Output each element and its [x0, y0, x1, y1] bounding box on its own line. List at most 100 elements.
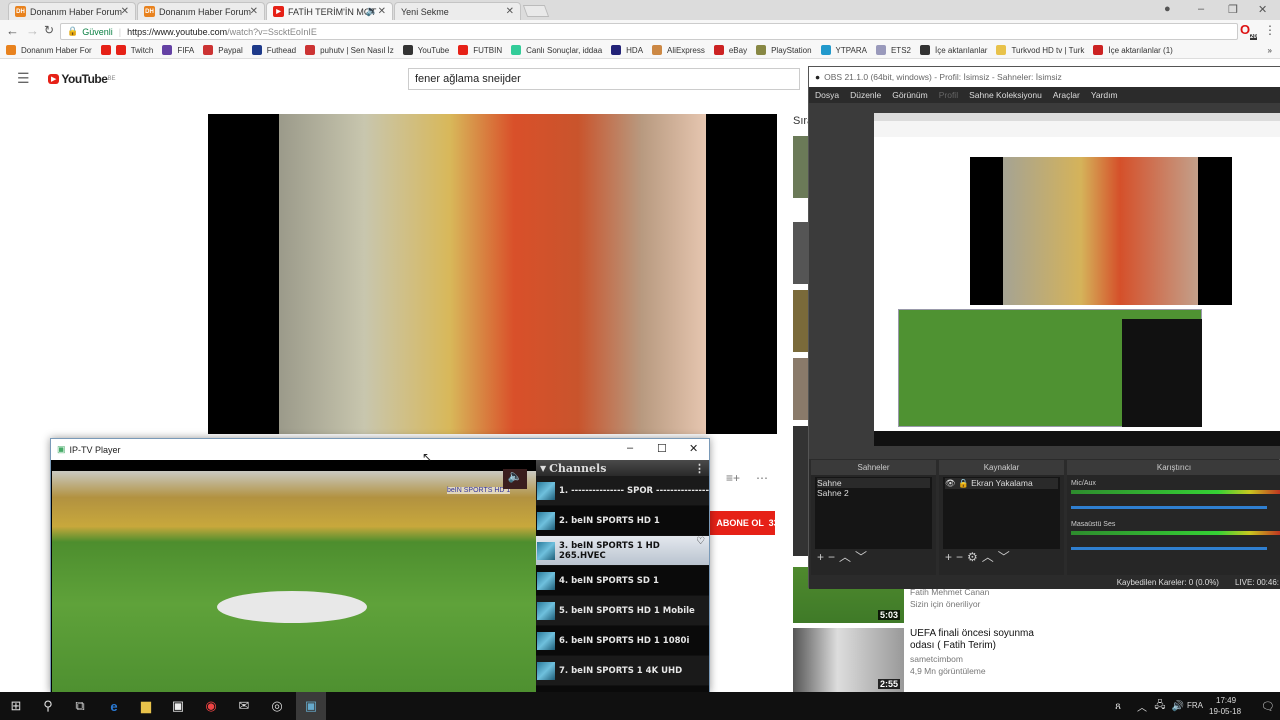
channel-item[interactable]: 3. beIN SPORTS 1 HD 265.HVEC ♡ — [536, 536, 709, 566]
suggestion-thumbnail[interactable] — [793, 136, 809, 198]
address-bar[interactable]: 🔒 Güvenli | https://www.youtube.com/watc… — [60, 23, 1238, 40]
bookmark-item[interactable]: Donanım Haber For — [6, 45, 92, 55]
channel-item[interactable]: 2. beIN SPORTS HD 1 — [536, 506, 709, 536]
mail-icon[interactable]: ✉ — [234, 696, 254, 716]
video-player[interactable] — [208, 114, 777, 434]
bookmark-item[interactable]: ETS2 — [875, 45, 911, 55]
close-icon[interactable]: ✕ — [506, 6, 514, 17]
back-icon[interactable]: ← — [6, 23, 19, 38]
hamburger-menu-icon[interactable]: ☰ — [17, 70, 30, 87]
search-icon[interactable]: ⚲ — [38, 696, 58, 716]
network-icon[interactable]: 🖧 — [1150, 696, 1170, 716]
reload-icon[interactable]: ↻ — [44, 23, 54, 37]
windows-start-icon[interactable]: ⊞ — [6, 696, 26, 716]
channels-header[interactable]: ▼ Channels ⋮ — [536, 460, 709, 476]
bookmark-item[interactable]: puhutv | Sen Nasıl İz — [305, 45, 394, 55]
iptv-video[interactable]: beIN SPORTS HD 1 — [52, 471, 536, 693]
bookmark-item[interactable]: İçe aktarılanlar — [919, 45, 987, 55]
close-button[interactable]: ✕ — [689, 442, 698, 455]
language-indicator[interactable]: FRA — [1187, 701, 1203, 710]
add-to-playlist-icon[interactable]: ≡+ — [726, 471, 740, 485]
store-icon[interactable]: ▣ — [168, 696, 188, 716]
bookmark-item[interactable]: HDA — [611, 45, 643, 55]
tab-donanim-1[interactable]: DH Donanım Haber Forum ✕ — [8, 2, 136, 20]
obs-preview[interactable] — [809, 103, 1280, 459]
minimize-button[interactable]: – — [1198, 3, 1204, 15]
menu-item[interactable]: Yardım — [1091, 90, 1118, 100]
channel-item[interactable]: 7. beIN SPORTS 1 4K UHD — [536, 656, 709, 686]
mute-button[interactable]: 🔈 — [503, 469, 527, 489]
options-kebab-icon[interactable]: ⋮ — [694, 462, 705, 475]
people-icon[interactable]: ጸ — [1108, 696, 1128, 716]
tab-donanim-2[interactable]: DH Donanım Haber Forum ✕ — [137, 2, 265, 20]
menu-item[interactable]: Düzenle — [850, 90, 881, 100]
menu-item[interactable]: Sahne Koleksiyonu — [969, 90, 1042, 100]
menu-item[interactable]: Görünüm — [892, 90, 927, 100]
subscribe-button[interactable]: ABONE OL 338 — [705, 511, 784, 535]
favorite-heart-icon[interactable]: ♡ — [696, 536, 705, 547]
close-window-button[interactable]: ✕ — [1258, 3, 1267, 16]
iptv-title-bar[interactable]: ▣ IP-TV Player – ☐ ✕ — [51, 439, 709, 460]
edge-icon[interactable]: e — [104, 696, 124, 716]
more-bookmarks-button[interactable]: » — [1268, 46, 1272, 55]
forward-icon[interactable]: → — [26, 23, 39, 38]
source-item[interactable]: Ekran Yakalama — [971, 478, 1033, 488]
obs-icon[interactable]: ◎ — [267, 696, 287, 716]
bookmark-item[interactable]: FUTBIN — [458, 45, 502, 55]
bookmark-item[interactable]: Turkvod HD tv | Turk — [996, 45, 1084, 55]
volume-icon[interactable]: 🔊 — [1168, 696, 1188, 716]
channel-item[interactable]: 1. --------------- SPOR --------------- — [536, 476, 709, 506]
maximize-button[interactable]: ☐ — [657, 442, 667, 455]
bookmark-item[interactable]: İçe aktarılanlar (1) — [1093, 45, 1173, 55]
action-center-icon[interactable]: 🗨 — [1258, 696, 1278, 716]
menu-item[interactable]: Araçlar — [1053, 90, 1080, 100]
speaker-icon[interactable]: 🔈 — [366, 6, 378, 17]
bookmark-item[interactable]: YTPARA — [820, 45, 867, 55]
file-explorer-icon[interactable]: ▆ — [136, 696, 156, 716]
menu-item[interactable]: Profil — [939, 90, 958, 100]
youtube-logo[interactable]: ▶ YouTube BE — [48, 72, 115, 86]
channel-item[interactable]: 4. beIN SPORTS SD 1 — [536, 566, 709, 596]
tab-new[interactable]: Yeni Sekme ✕ — [394, 2, 521, 20]
scene-item[interactable]: Sahne — [817, 478, 930, 488]
task-view-icon[interactable]: ⧉ — [70, 696, 90, 716]
suggestion-item[interactable]: 2:55 UEFA finali öncesi soyunma odası ( … — [793, 628, 1034, 692]
close-icon[interactable]: ✕ — [121, 6, 129, 17]
lock-icon[interactable]: 🔒 — [958, 478, 969, 488]
show-hidden-icons-chevron[interactable]: ︿ — [1132, 696, 1152, 716]
bookmark-item[interactable]: PlayStation — [756, 45, 812, 55]
channel-item[interactable]: 5. beIN SPORTS HD 1 Mobile — [536, 596, 709, 626]
suggestion-thumbnail[interactable] — [793, 290, 809, 352]
maximize-button[interactable]: ❐ — [1228, 3, 1238, 16]
bookmark-item[interactable]: Paypal — [203, 45, 243, 55]
opera-extension-icon[interactable]: O20 — [1240, 22, 1257, 40]
menu-item[interactable]: Dosya — [815, 90, 839, 100]
search-input[interactable]: fener ağlama sneijder — [408, 68, 800, 90]
menu-kebab-icon[interactable]: ⋮ — [1264, 23, 1276, 37]
profile-icon[interactable]: ● — [1164, 3, 1171, 15]
close-icon[interactable]: ✕ — [250, 6, 258, 17]
bookmark-item[interactable]: Futhead — [251, 45, 296, 55]
bookmark-item[interactable]: Twitch — [100, 45, 153, 55]
bookmark-item[interactable]: YouTube — [402, 45, 449, 55]
bookmark-item[interactable]: AliExpress — [652, 45, 705, 55]
channel-item[interactable]: 6. beIN SPORTS HD 1 1080i — [536, 626, 709, 656]
clock-time[interactable]: 17:49 — [1216, 696, 1236, 705]
visibility-eye-icon[interactable]: 👁 — [945, 478, 956, 488]
bookmark-item[interactable]: eBay — [713, 45, 747, 55]
close-icon[interactable]: ✕ — [378, 6, 386, 17]
volume-slider[interactable] — [1071, 506, 1267, 509]
chrome-icon[interactable]: ◉ — [201, 696, 221, 716]
scene-controls[interactable]: +−︿﹀ — [817, 548, 871, 565]
minimize-button[interactable]: – — [627, 442, 633, 454]
scene-item[interactable]: Sahne 2 — [817, 488, 930, 498]
source-controls[interactable]: +−⚙︿﹀ — [945, 548, 1014, 565]
tab-youtube-active[interactable]: ▶ FATİH TERİM'İN MOT 🔈 ✕ — [266, 2, 393, 20]
obs-title-bar[interactable]: ● OBS 21.1.0 (64bit, windows) - Profil: İ… — [809, 67, 1280, 87]
more-actions-icon[interactable]: ⋯ — [756, 471, 768, 485]
suggestion-thumbnail[interactable] — [793, 358, 809, 420]
volume-slider[interactable] — [1071, 547, 1267, 550]
suggestion-thumbnail[interactable] — [793, 222, 809, 284]
iptv-taskbar-icon[interactable]: ▣ — [296, 692, 326, 720]
new-tab-button[interactable] — [522, 5, 550, 17]
